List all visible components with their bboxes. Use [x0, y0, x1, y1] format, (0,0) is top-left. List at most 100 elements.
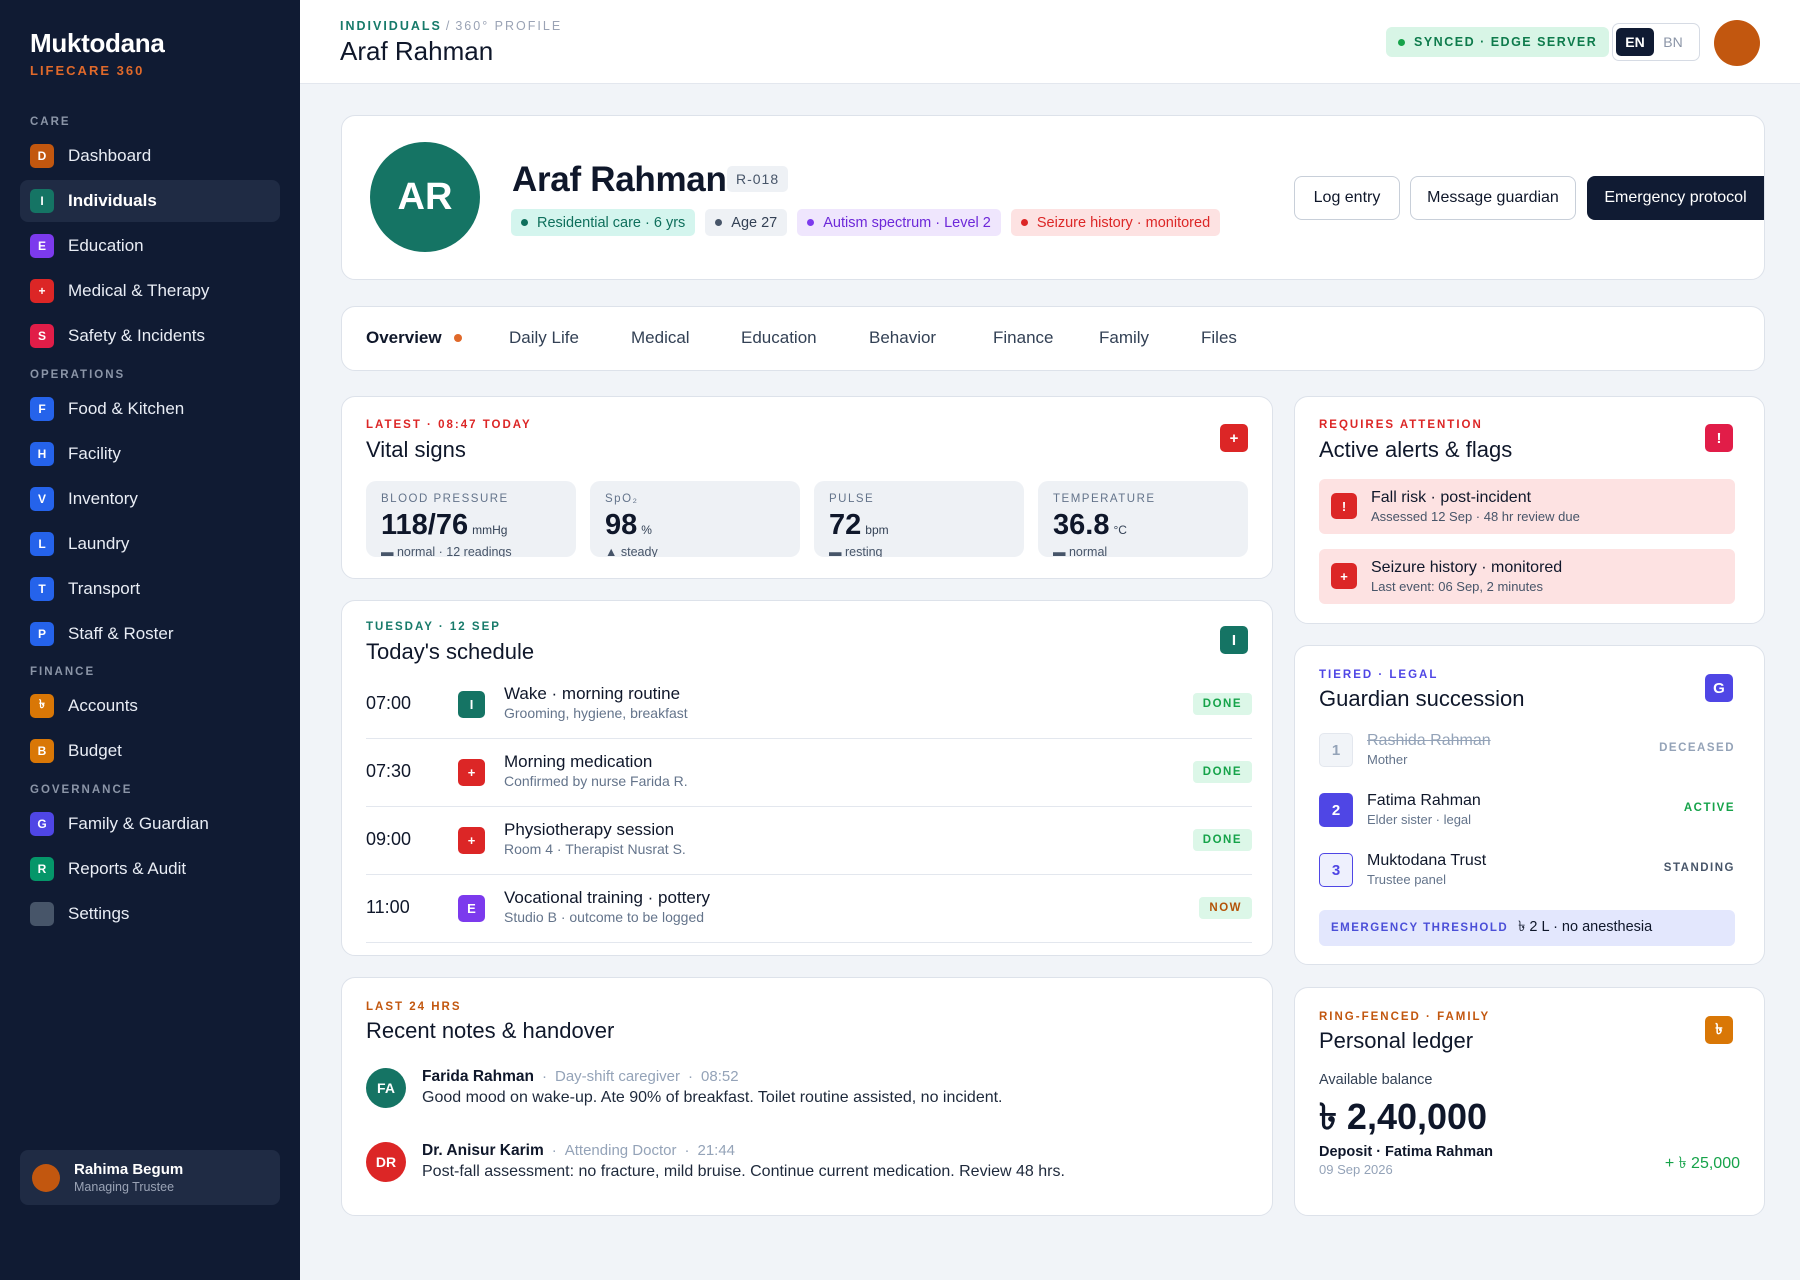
app-subtitle: LIFECARE 360 [30, 63, 145, 78]
tag-label: Residential care · 6 yrs [537, 214, 686, 231]
note-author: Dr. Anisur Karim [422, 1142, 544, 1159]
breadcrumb-section[interactable]: INDIVIDUALS [340, 19, 442, 33]
tier-number: 2 [1319, 793, 1353, 827]
alerts-title: Active alerts & flags [1319, 437, 1513, 462]
dot-icon [1020, 219, 1028, 226]
status-badge: DONE [1192, 829, 1252, 851]
dot-icon [715, 219, 723, 226]
tab-medical[interactable]: Medical [631, 307, 690, 369]
sidebar-item-reports-audit[interactable]: R Reports & Audit [20, 848, 280, 890]
sidebar-item-medical-therapy[interactable]: + Medical & Therapy [20, 270, 280, 312]
medical-cross-icon: + [30, 279, 54, 303]
vitals-title: Vital signs [366, 437, 466, 462]
schedule-sub: Studio B · outcome to be logged [504, 909, 705, 925]
emergency-threshold: EMERGENCY THRESHOLD ৳ 2 L · no anesthesi… [1319, 910, 1735, 946]
sidebar-item-facility[interactable]: H Facility [20, 433, 280, 475]
vital-note: steady [620, 545, 658, 557]
tag-seizure: Seizure history · monitored [1010, 209, 1221, 236]
list-item[interactable]: 09:00 + Physiotherapy session Room 4 · T… [366, 807, 1252, 875]
medical-cross-icon: + [458, 827, 485, 854]
sidebar-item-label: Staff & Roster [68, 624, 174, 643]
ledger-eyebrow: RING-FENCED · FAMILY [1319, 1011, 1491, 1023]
alert-item-seizure[interactable]: + Seizure history · monitored Last event… [1319, 549, 1735, 604]
brand: Muktodana LIFECARE 360 [30, 28, 165, 78]
sidebar-item-settings[interactable]: Settings [20, 893, 280, 935]
alert-sub: Last event: 06 Sep, 2 minutes [1371, 579, 1543, 594]
guardian-icon: G [30, 812, 54, 836]
threshold-label: EMERGENCY THRESHOLD [1331, 922, 1509, 934]
status-badge: DONE [1192, 693, 1252, 715]
vital-number: 98 [605, 509, 638, 541]
account-avatar[interactable] [1714, 20, 1760, 66]
vital-unit: % [641, 523, 652, 537]
tag-residential-care: Residential care · 6 yrs [511, 209, 696, 236]
sidebar-item-safety-incidents[interactable]: S Safety & Incidents [20, 315, 280, 357]
tab-files[interactable]: Files [1201, 307, 1237, 369]
taka-icon: ৳ [30, 694, 54, 718]
sidebar-item-food-kitchen[interactable]: F Food & Kitchen [20, 388, 280, 430]
tab-family[interactable]: Family [1099, 307, 1149, 369]
log-entry-button[interactable]: Log entry [1294, 176, 1400, 220]
vital-number: 36.8 [1053, 509, 1110, 541]
nav-section-operations: OPERATIONS [30, 369, 126, 381]
list-item[interactable]: 11:00 E Vocational training · pottery St… [366, 875, 1252, 943]
schedule-time: 07:30 [366, 761, 412, 781]
tag-label: Age 27 [731, 214, 778, 231]
list-item[interactable]: 2 Fatima Rahman Elder sister · legal ACT… [1319, 790, 1735, 830]
list-item[interactable]: 07:30 + Morning medication Confirmed by … [366, 739, 1252, 807]
sidebar-item-budget[interactable]: B Budget [20, 730, 280, 772]
sidebar-item-staff-roster[interactable]: P Staff & Roster [20, 613, 280, 655]
alerts-card: REQUIRES ATTENTION Active alerts & flags… [1294, 396, 1765, 624]
medical-cross-icon: + [1220, 424, 1248, 452]
vital-value: 36.8 °C [1053, 509, 1127, 542]
transport-icon: T [30, 577, 54, 601]
schedule-title: Physiotherapy session [504, 820, 675, 839]
tab-finance[interactable]: Finance [993, 307, 1053, 369]
app-name: Muktodana [30, 28, 165, 58]
tab-behavior[interactable]: Behavior [869, 307, 936, 369]
sidebar-item-dashboard[interactable]: D Dashboard [20, 135, 280, 177]
topbar: INDIVIDUALS/360° PROFILE Araf Rahman SYN… [300, 0, 1800, 84]
schedule-title: Morning medication [504, 752, 653, 771]
emergency-protocol-button[interactable]: Emergency protocol [1587, 176, 1764, 220]
note-time: 21:44 [697, 1142, 736, 1159]
alert-sub: Assessed 12 Sep · 48 hr review due [1371, 509, 1580, 524]
list-item[interactable]: 1 Rashida Rahman Mother DECEASED [1319, 730, 1735, 770]
alert-item-fall-risk[interactable]: ! Fall risk · post-incident Assessed 12 … [1319, 479, 1735, 534]
list-item[interactable]: 3 Muktodana Trust Trustee panel STANDING [1319, 850, 1735, 890]
schedule-sub: Room 4 · Therapist Nusrat S. [504, 841, 686, 857]
vital-unit: mmHg [472, 523, 508, 537]
sidebar-item-laundry[interactable]: L Laundry [20, 523, 280, 565]
tab-education[interactable]: Education [741, 307, 817, 369]
list-item[interactable]: 07:00 I Wake · morning routine Grooming,… [366, 671, 1252, 739]
schedule-eyebrow: TUESDAY · 12 SEP [366, 621, 501, 633]
sidebar-item-label: Education [68, 236, 144, 255]
profile-name: Araf Rahman [512, 160, 727, 199]
guardian-name: Muktodana Trust [1367, 852, 1487, 869]
sidebar-item-family-guardian[interactable]: G Family & Guardian [20, 803, 280, 845]
vital-value: 118/76 mmHg [381, 509, 507, 542]
sidebar-item-accounts[interactable]: ৳ Accounts [20, 685, 280, 727]
guardian-title: Guardian succession [1319, 686, 1525, 711]
taka-icon: ৳ [1705, 1016, 1733, 1044]
tab-overview[interactable]: Overview [366, 307, 471, 369]
status-badge: ACTIVE [1683, 802, 1735, 814]
vital-blood-pressure: BLOOD PRESSURE 118/76 mmHg ▬ normal · 12 … [366, 481, 576, 557]
facility-icon: H [30, 442, 54, 466]
user-name: Rahima Begum [74, 1161, 184, 1178]
trend-flat-icon: ▬ [829, 545, 842, 557]
status-badge: STANDING [1663, 862, 1735, 874]
guardian-relation: Trustee panel [1367, 872, 1447, 887]
sidebar-item-transport[interactable]: T Transport [20, 568, 280, 610]
last-transaction-date: 09 Sep 2026 [1319, 1162, 1393, 1177]
sidebar-item-inventory[interactable]: V Inventory [20, 478, 280, 520]
lang-en-button[interactable]: EN [1616, 28, 1654, 56]
vital-number: 72 [829, 509, 862, 541]
note-header: Farida Rahman · Day-shift caregiver · 08:52 [422, 1068, 739, 1085]
message-guardian-button[interactable]: Message guardian [1410, 176, 1576, 220]
user-card[interactable]: Rahima Begum Managing Trustee [20, 1150, 280, 1205]
sidebar-item-individuals[interactable]: I Individuals [20, 180, 280, 222]
tab-daily-life[interactable]: Daily Life [509, 307, 579, 369]
sidebar-item-education[interactable]: E Education [20, 225, 280, 267]
lang-bn-button[interactable]: BN [1654, 28, 1692, 56]
